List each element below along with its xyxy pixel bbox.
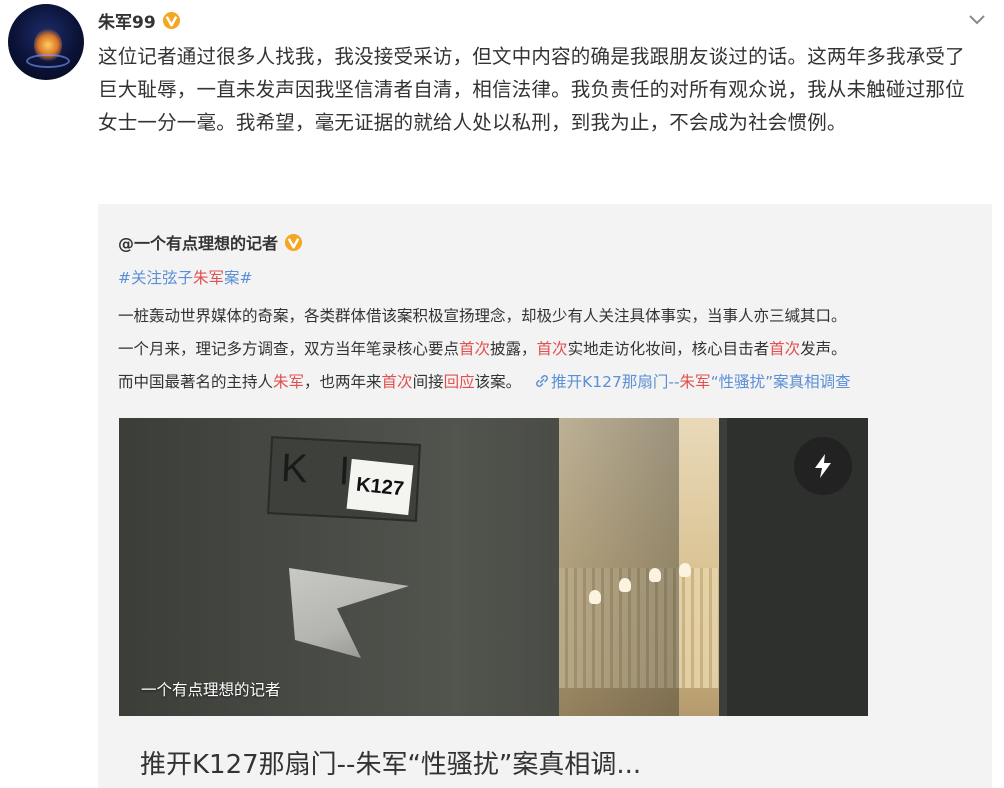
text-segment: 实地走访化妆间，核心目击者 (567, 340, 770, 358)
text-segment: 披露， (490, 340, 537, 358)
highlight-keyword: 回应 (443, 373, 475, 391)
flash-button[interactable] (794, 437, 852, 495)
highlight-keyword: 首次 (536, 340, 568, 358)
topic-highlight: 朱军 (193, 269, 225, 287)
lightning-icon (815, 454, 831, 478)
repost-author-name[interactable]: @一个有点理想的记者 (118, 230, 278, 254)
door-plate-label: K127 (346, 458, 414, 516)
avatar-ring (26, 54, 70, 68)
repost-author[interactable]: @一个有点理想的记者 (118, 230, 303, 254)
text-segment: 间接 (412, 373, 444, 391)
link-text: “性骚扰”案真相调查 (710, 373, 851, 391)
verified-v-icon (162, 11, 181, 30)
text-segment: 一个月来，理记多方调查，双方当年笔录核心要点 (118, 340, 460, 358)
chevron-down-icon (969, 15, 985, 25)
image-lamp (589, 590, 601, 604)
image-lamp (619, 578, 631, 592)
repost-body: 一桩轰动世界媒体的奇案，各类群体借该案积极宣扬理念，却极少有人关注具体事实，当事… (118, 300, 978, 399)
link-text: 推开K127那扇门-- (551, 373, 680, 391)
post-author: 朱军99 (98, 8, 181, 33)
article-card-title[interactable]: 推开K127那扇门--朱军“性骚扰”案真相调... (140, 744, 641, 781)
topic-hashtag-link[interactable]: #关注弦子朱军案# (118, 266, 253, 288)
repost-line-3: 而中国最著名的主持人朱军，也两年来首次间接回应该案。 推开K127那扇门--朱军“… (118, 366, 978, 399)
topic-suffix: 案# (224, 269, 253, 287)
text-segment: ，也两年来 (304, 373, 382, 391)
article-cover-image[interactable]: K I K127 一个有点理想的记者 (119, 418, 868, 716)
highlight-keyword: 朱军 (273, 373, 305, 391)
verified-v-icon (284, 233, 303, 252)
username-link[interactable]: 朱军99 (98, 8, 156, 33)
text-segment: 而中国最著名的主持人 (118, 373, 274, 391)
text-segment: 该案。 (474, 373, 522, 391)
repost-line-2: 一个月来，理记多方调查，双方当年笔录核心要点首次披露，首次实地走访化妆间，核心目… (118, 333, 978, 366)
repost-card: @一个有点理想的记者 #关注弦子朱军案# 一桩轰动世界媒体的奇案，各类群体借该案… (98, 204, 992, 788)
post-text: 这位记者通过很多人找我，我没接受采访，但文中内容的确是我跟朋友谈过的话。这两年多… (98, 45, 965, 134)
repost-line-1: 一桩轰动世界媒体的奇案，各类群体借该案积极宣扬理念，却极少有人关注具体事实，当事… (118, 307, 847, 325)
highlight-keyword: 首次 (381, 373, 413, 391)
avatar[interactable] (8, 4, 84, 80)
image-lamp (649, 568, 661, 582)
article-link[interactable]: 推开K127那扇门--朱军“性骚扰”案真相调查 (535, 373, 851, 391)
image-caption: 一个有点理想的记者 (141, 681, 281, 699)
more-options-button[interactable] (966, 8, 988, 30)
image-pillar-edge (719, 418, 727, 716)
text-segment: 发声。 (800, 340, 847, 358)
link-icon (536, 375, 548, 387)
topic-prefix: #关注弦子 (118, 269, 193, 287)
link-highlight: 朱军 (679, 373, 711, 391)
highlight-keyword: 首次 (769, 340, 801, 358)
image-lamp (679, 563, 691, 577)
highlight-keyword: 首次 (459, 340, 491, 358)
